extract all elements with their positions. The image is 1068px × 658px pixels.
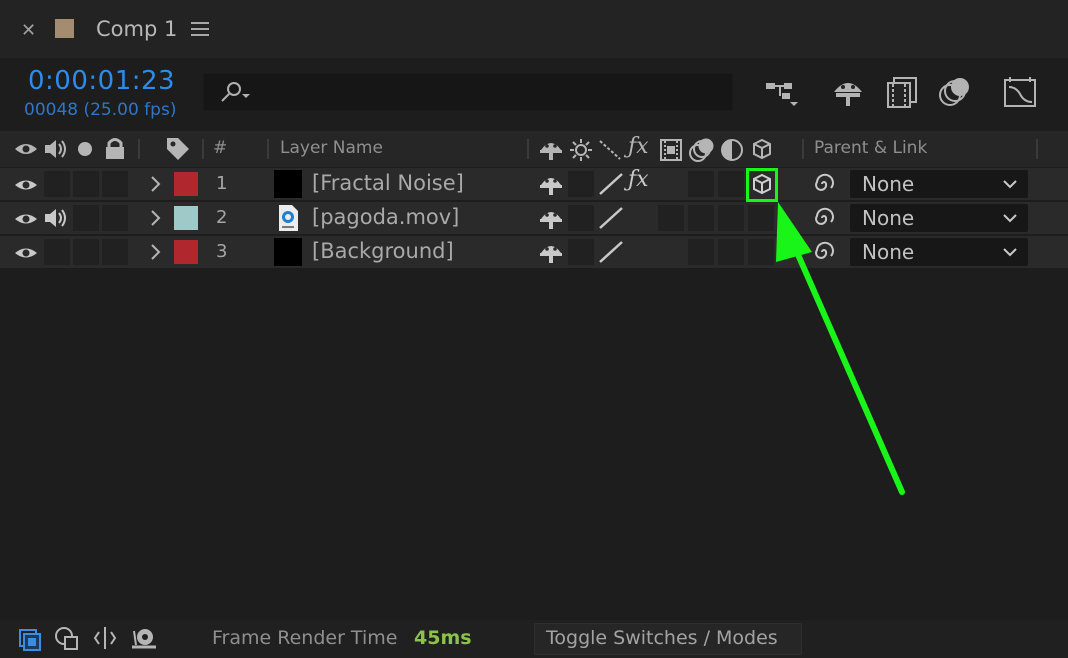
- frame-blending-icon[interactable]: [884, 76, 920, 110]
- solid-thumbnail: [274, 170, 302, 198]
- column-separator: [202, 139, 204, 159]
- layer-name[interactable]: [Background]: [312, 239, 454, 263]
- adjustment-layer-header-icon[interactable]: [720, 138, 744, 166]
- transfer-controls-icon[interactable]: [54, 625, 80, 655]
- video-eye-icon[interactable]: [14, 210, 38, 232]
- layer-search-input[interactable]: [203, 73, 733, 111]
- layer-name[interactable]: [Fractal Noise]: [312, 171, 464, 195]
- shy-icon[interactable]: [538, 208, 564, 234]
- label-color-swatch[interactable]: [174, 240, 198, 264]
- column-separator: [527, 139, 529, 159]
- audio-speaker-icon[interactable]: [43, 206, 69, 234]
- collapse-switch[interactable]: [568, 239, 594, 265]
- lock-switch[interactable]: [102, 239, 128, 265]
- layer-name[interactable]: [pagoda.mov]: [312, 205, 459, 229]
- chevron-right-icon[interactable]: [148, 173, 162, 199]
- collapse-switch[interactable]: [568, 205, 594, 231]
- lock-switch[interactable]: [102, 171, 128, 197]
- solo-switch[interactable]: [73, 205, 99, 231]
- 3d-layer-cube-header-icon[interactable]: [751, 138, 773, 164]
- quality-slash-icon[interactable]: [598, 172, 624, 200]
- label-color-swatch[interactable]: [174, 206, 198, 230]
- column-separator: [1036, 139, 1038, 159]
- toggle-switches-modes-label: Toggle Switches / Modes: [546, 627, 778, 649]
- collapse-sun-header-icon[interactable]: [570, 139, 592, 165]
- chevron-down-icon: [1003, 248, 1017, 257]
- audio-switch[interactable]: [44, 239, 70, 265]
- draft-3d-icon[interactable]: [830, 76, 866, 110]
- adjustment-switch[interactable]: [718, 171, 744, 197]
- video-eye-icon[interactable]: [14, 176, 38, 198]
- column-separator: [138, 139, 140, 159]
- lock-switch[interactable]: [102, 205, 128, 231]
- fx-icon[interactable]: ƒx: [628, 167, 649, 192]
- fx-header-icon[interactable]: ƒx: [628, 134, 649, 159]
- shy-icon[interactable]: [538, 174, 564, 200]
- quality-slash-icon[interactable]: [598, 206, 624, 234]
- solo-switch[interactable]: [73, 239, 99, 265]
- toggle-switches-modes-button[interactable]: Toggle Switches / Modes: [534, 623, 802, 655]
- in-out-duration-icon[interactable]: [92, 625, 118, 655]
- collapse-switch[interactable]: [568, 171, 594, 197]
- close-icon[interactable]: ✕: [21, 20, 36, 41]
- label-tag-header-icon[interactable]: [165, 136, 191, 166]
- frame-count-fps: 00048 (25.00 fps): [24, 100, 177, 120]
- frame-blend-header-icon[interactable]: [659, 138, 683, 166]
- layer-number: 3: [216, 241, 228, 262]
- quality-header-icon[interactable]: [598, 139, 622, 165]
- layer-number-header: #: [213, 138, 228, 158]
- annotation-arrow: [776, 202, 905, 495]
- quality-slash-icon[interactable]: [598, 240, 624, 268]
- parent-link-header[interactable]: Parent & Link: [814, 138, 927, 158]
- label-color-swatch[interactable]: [174, 172, 198, 196]
- movie-file-icon: [276, 204, 300, 236]
- chevron-right-icon[interactable]: [148, 207, 162, 233]
- motion-blur-switch[interactable]: [688, 205, 714, 231]
- chevron-down-icon: [1003, 180, 1017, 189]
- chevron-down-icon: [1003, 214, 1017, 223]
- search-icon: [221, 82, 250, 102]
- layer-name-header[interactable]: Layer Name: [280, 138, 383, 158]
- adjustment-switch[interactable]: [718, 239, 744, 265]
- solo-dot-header-icon[interactable]: [78, 142, 92, 156]
- panel-menu-icon[interactable]: [191, 18, 209, 40]
- audio-speaker-header-icon[interactable]: [43, 137, 69, 165]
- column-separator: [802, 139, 804, 159]
- shy-icon[interactable]: [538, 242, 564, 268]
- chevron-right-icon[interactable]: [148, 241, 162, 267]
- layer-number: 2: [216, 207, 228, 228]
- motion-blur-header-icon[interactable]: [688, 137, 716, 167]
- motion-blur-icon[interactable]: [936, 76, 972, 110]
- adjustment-switch[interactable]: [718, 205, 744, 231]
- graph-editor-icon[interactable]: [1002, 76, 1038, 110]
- comp-mini-flowchart-icon[interactable]: [16, 626, 42, 656]
- lock-header-icon[interactable]: [104, 136, 126, 164]
- frame-blend-switch[interactable]: [658, 205, 684, 231]
- solo-switch[interactable]: [73, 171, 99, 197]
- layer-number: 1: [216, 173, 228, 194]
- video-eye-icon[interactable]: [14, 244, 38, 266]
- solid-thumbnail: [274, 238, 302, 266]
- shy-header-icon[interactable]: [538, 139, 564, 165]
- video-eye-header-icon[interactable]: [14, 139, 38, 163]
- frame-render-time-value: 45ms: [414, 627, 472, 649]
- motion-blur-switch[interactable]: [688, 239, 714, 265]
- current-time-display[interactable]: 0:00:01:23: [28, 66, 175, 96]
- column-separator: [267, 139, 269, 159]
- render-time-snail-icon[interactable]: [130, 625, 158, 655]
- audio-switch[interactable]: [44, 171, 70, 197]
- comp-color-swatch: [55, 19, 74, 38]
- frame-render-time-label: Frame Render Time: [212, 627, 398, 649]
- composition-flowchart-icon[interactable]: [764, 76, 800, 110]
- motion-blur-switch[interactable]: [688, 171, 714, 197]
- tab-comp-title[interactable]: Comp 1: [96, 17, 177, 41]
